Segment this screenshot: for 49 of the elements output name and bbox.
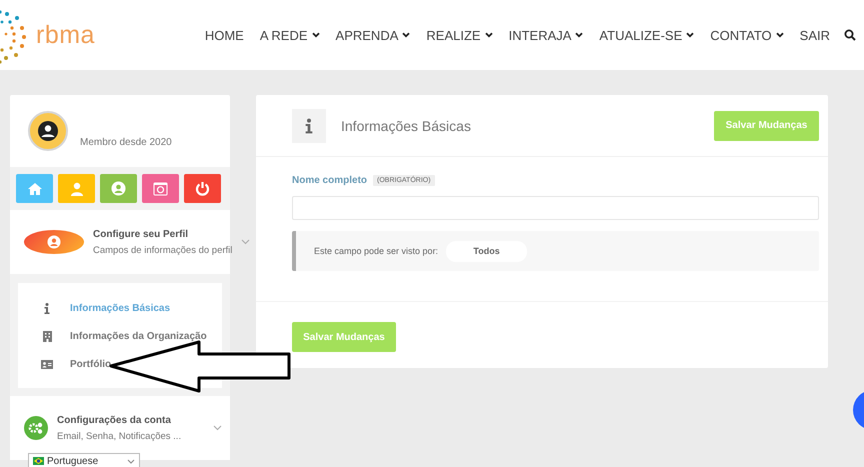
- id-card-icon: [41, 360, 53, 369]
- chevron-down-icon: [213, 425, 222, 431]
- chevron-down-icon: [484, 32, 493, 38]
- nav-link[interactable]: A REDE: [260, 28, 320, 42]
- camera-icon: [153, 182, 168, 196]
- avatar-icon: [28, 111, 68, 151]
- info-icon: [292, 108, 326, 142]
- section-title: Configurações da conta: [57, 414, 172, 426]
- user-shortcut-button[interactable]: [58, 174, 95, 203]
- chevron-down-icon: [575, 32, 584, 38]
- nav-link[interactable]: ATUALIZE-SE: [599, 28, 694, 42]
- nav-link[interactable]: INTERAJA: [508, 28, 584, 42]
- chevron-down-icon: [241, 239, 250, 245]
- user-circle-icon: [24, 230, 84, 254]
- full-name-input[interactable]: [292, 196, 819, 220]
- panel-title: Informações Básicas: [341, 118, 472, 134]
- chevron-down-icon: [776, 32, 784, 38]
- nav-link[interactable]: SAIR: [800, 28, 830, 42]
- section-title: Configure seu Perfil: [93, 228, 190, 240]
- info-icon: [44, 303, 50, 314]
- profile-shortcut-button[interactable]: [100, 174, 137, 203]
- user-circle-icon: [111, 181, 126, 196]
- nav-link[interactable]: REALIZE: [426, 28, 493, 42]
- power-icon: [195, 181, 210, 196]
- power-shortcut-button[interactable]: [184, 174, 221, 203]
- member-since: Membro desde 2020: [80, 136, 172, 148]
- visibility-label: Este campo pode ser visto por:: [314, 246, 438, 256]
- submenu-item[interactable]: Portfólio: [18, 359, 112, 370]
- chevron-down-icon: [312, 32, 320, 38]
- section-subtitle: Campos de informações do perfil: [93, 244, 232, 256]
- nav-link[interactable]: HOME: [204, 28, 244, 42]
- home-shortcut-button[interactable]: [16, 174, 53, 203]
- visibility-select[interactable]: Todos: [446, 240, 528, 262]
- nav-link[interactable]: APRENDA: [336, 28, 410, 42]
- chevron-down-icon: [402, 32, 410, 38]
- nav-link[interactable]: CONTATO: [710, 28, 784, 42]
- submenu-item[interactable]: Informações da Organização: [18, 331, 207, 342]
- section-subtitle: Email, Senha, Notificações ...: [57, 430, 182, 442]
- user-icon: [70, 182, 84, 196]
- chevron-down-icon: [686, 32, 694, 38]
- home-icon: [26, 182, 42, 196]
- flag-icon: [33, 457, 44, 465]
- gears-icon: [24, 416, 48, 440]
- field-label: Nome completo: [292, 175, 368, 186]
- chevron-down-icon: [127, 458, 135, 464]
- media-shortcut-button[interactable]: [142, 174, 179, 203]
- language-select[interactable]: Portuguese: [28, 453, 140, 467]
- building-icon: [42, 331, 52, 342]
- search-icon[interactable]: [844, 29, 856, 41]
